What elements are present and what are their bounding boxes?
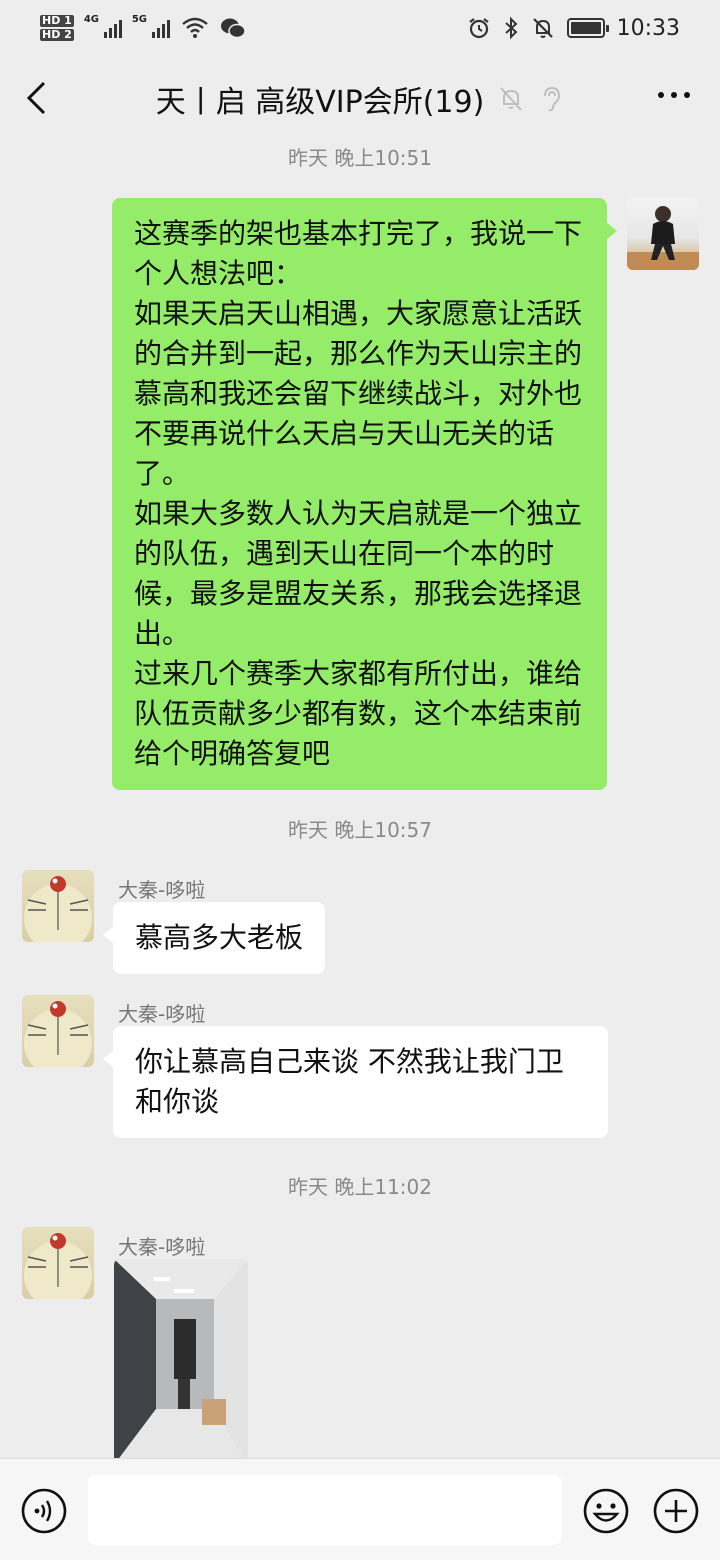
doraemon-avatar-icon	[24, 1233, 92, 1299]
status-bar: HD 1 HD 2 4G 5G 10:33	[0, 0, 720, 56]
message-line: 如果天启天山相遇，大家愿意让活跃的合并到一起，那么作为天山宗主的慕高和我还会留下…	[134, 297, 583, 490]
clock: 10:33	[616, 15, 680, 41]
sender-avatar[interactable]	[22, 1227, 94, 1299]
timestamp: 昨天 晚上11:02	[288, 1175, 432, 1199]
bluetooth-icon	[504, 16, 518, 40]
mute-bell-icon	[500, 87, 522, 111]
message-line: 这赛季的架也基本打完了，我说一下个人想法吧：	[134, 217, 583, 290]
hd2-badge: HD 2	[40, 28, 74, 41]
figure-avatar-icon	[627, 206, 699, 270]
message-line: 如果大多数人认为天启就是一个独立的队伍，遇到天山在同一个本的时候，最多是盟友关系…	[134, 497, 583, 650]
wechat-icon	[220, 18, 246, 39]
title-group: 天丨启 高级VIP会所(19)	[156, 77, 565, 121]
input-bar	[0, 1458, 720, 1560]
sender-avatar[interactable]	[22, 995, 94, 1067]
message-input[interactable]	[88, 1475, 562, 1545]
hd-indicators: HD 1 HD 2	[40, 15, 74, 41]
chat-title: 天丨启 高级VIP会所(19)	[155, 85, 485, 120]
hd1-badge: HD 1	[40, 14, 74, 27]
message-text: 你让慕高自己来谈 不然我让我门卫和你谈	[135, 1045, 564, 1118]
sender-avatar[interactable]	[22, 870, 94, 942]
my-avatar[interactable]	[627, 198, 699, 270]
net2-label: 5G	[131, 14, 147, 25]
sender-name: 大秦-哆啦	[118, 1235, 206, 1259]
net1-label: 4G	[83, 14, 99, 25]
add-more-icon[interactable]	[652, 1487, 700, 1535]
status-left: HD 1 HD 2 4G 5G	[40, 14, 246, 41]
status-right: 10:33	[467, 16, 680, 41]
message-line: 过来几个赛季大家都有所付出，谁给队伍贡献多少都有数，这个本结束前给个明确答复吧	[134, 657, 583, 770]
signal-4g-icon: 4G	[84, 14, 122, 38]
wifi-icon	[182, 17, 208, 38]
doraemon-avatar-icon	[24, 1001, 92, 1067]
doraemon-avatar-icon	[24, 876, 92, 942]
timestamp: 昨天 晚上10:57	[288, 818, 432, 842]
incoming-message-bubble[interactable]: 你让慕高自己来谈 不然我让我门卫和你谈	[103, 1026, 608, 1138]
battery-icon	[566, 18, 609, 38]
timestamp: 昨天 晚上10:51	[288, 146, 432, 170]
bell-off-icon	[532, 18, 553, 38]
image-message[interactable]	[114, 1259, 248, 1458]
back-arrow-icon[interactable]	[22, 80, 52, 116]
hallway-photo	[114, 1259, 248, 1458]
voice-input-icon[interactable]	[20, 1487, 68, 1535]
emoji-icon[interactable]	[582, 1487, 630, 1535]
more-options-icon[interactable]	[658, 92, 690, 98]
outgoing-message-bubble[interactable]: 这赛季的架也基本打完了，我说一下个人想法吧： 如果天启天山相遇，大家愿意让活跃的…	[112, 198, 617, 790]
alarm-icon	[468, 18, 489, 39]
chat-header: 天丨启 高级VIP会所(19)	[0, 56, 720, 142]
message-text: 慕高多大老板	[135, 921, 304, 954]
chat-area[interactable]: 昨天 晚上10:51 这赛季的架也基本打完了，我说一下个人想法吧： 如果天启天山…	[0, 142, 720, 1458]
earpiece-icon	[544, 87, 561, 112]
sender-name: 大秦-哆啦	[118, 878, 206, 902]
sender-name: 大秦-哆啦	[118, 1002, 206, 1026]
signal-5g-icon: 5G	[132, 14, 170, 38]
incoming-message-bubble[interactable]: 慕高多大老板	[102, 902, 326, 974]
